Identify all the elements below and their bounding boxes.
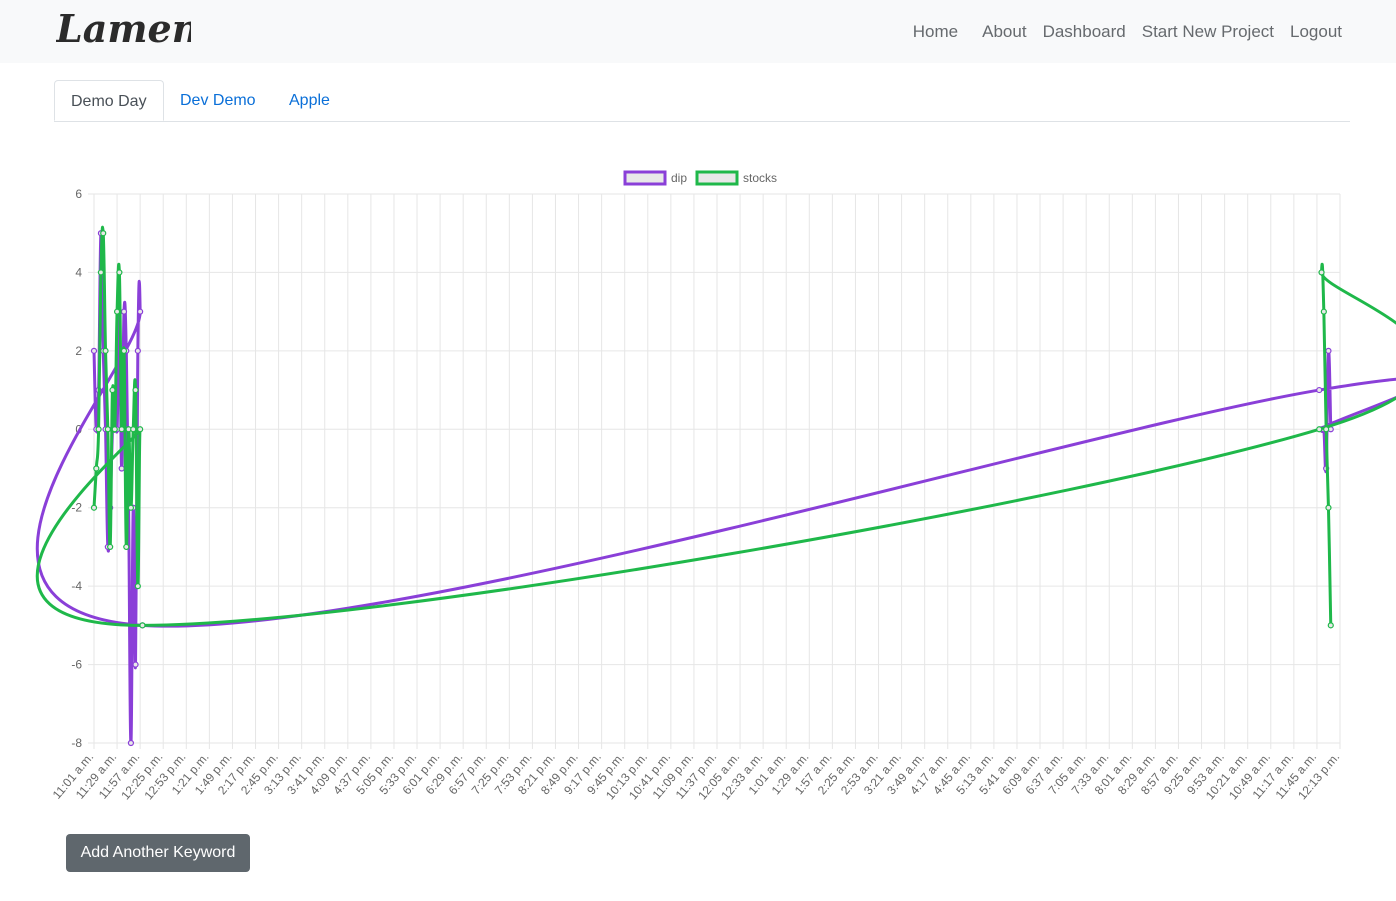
data-point-stocks [109,386,116,394]
logo-text: LamentID [56,6,191,51]
keyword-chart: 6420-2-4-6-811:01 a.m.11:29 a.m.11:57 a.… [35,170,1396,802]
data-point-stocks [1318,269,1325,276]
data-point-dip [127,739,135,747]
legend-swatch-dip [623,170,667,186]
navbar: LamentID Home About Dashboard Start New … [0,0,1396,63]
data-point-stocks [134,583,141,590]
data-point-dip [134,347,141,354]
data-point-stocks [97,269,105,276]
data-point-stocks [130,426,137,433]
project-tabs: Demo Day Dev Demo Apple [54,80,1350,122]
nav-home[interactable]: Home [913,22,958,42]
data-point-stocks [132,386,139,394]
nav-links: Home About Dashboard Start New Project L… [897,0,1342,63]
data-point-stocks [107,543,114,551]
data-point-dip [118,465,125,472]
data-point-dip [137,308,144,315]
data-point-stocks [100,230,107,237]
logo-mark: LamentID [55,6,268,51]
legend-label-dip: dip [671,171,687,185]
data-point-stocks [111,426,118,433]
data-point-dip [1325,347,1332,354]
nav-dashboard[interactable]: Dashboard [1043,22,1126,42]
data-point-stocks [137,426,144,433]
data-point-stocks [1323,426,1330,433]
data-point-dip [132,661,139,668]
tab-demo-day[interactable]: Demo Day [54,80,164,121]
data-point-stocks [120,347,128,354]
data-point-stocks [113,308,121,315]
legend-swatch-stocks [695,170,739,186]
data-point-dip [90,347,98,354]
data-point-stocks [139,622,146,629]
nav-logout[interactable]: Logout [1290,22,1342,42]
add-another-keyword-button[interactable]: Add Another Keyword [66,834,250,872]
data-point-dip [120,308,128,315]
data-point-stocks [118,426,125,433]
data-point-stocks [1316,426,1323,433]
data-point-stocks [104,426,111,433]
data-point-stocks [116,269,123,276]
legend-label-stocks: stocks [743,171,777,185]
data-point-stocks [1327,622,1334,629]
y-tick-label: -6 [71,658,82,672]
data-point-stocks [95,426,102,433]
data-point-stocks [102,347,109,354]
y-tick-label: 4 [75,265,82,279]
data-point-stocks [1325,504,1332,511]
logo[interactable]: LamentID [55,6,268,63]
tab-dev-demo[interactable]: Dev Demo [180,80,256,121]
data-point-stocks [127,504,135,511]
nav-about[interactable]: About [982,22,1026,42]
data-point-stocks [123,543,130,551]
data-point-dip [1316,386,1323,394]
tab-apple[interactable]: Apple [289,80,330,121]
data-point-stocks [90,504,98,511]
data-point-stocks [93,465,100,472]
data-point-stocks [1320,308,1327,315]
nav-start-new-project[interactable]: Start New Project [1142,22,1274,42]
y-tick-label: 6 [75,187,82,201]
y-tick-label: 2 [75,344,82,358]
y-tick-label: -8 [71,736,82,750]
y-tick-label: -4 [71,579,82,593]
